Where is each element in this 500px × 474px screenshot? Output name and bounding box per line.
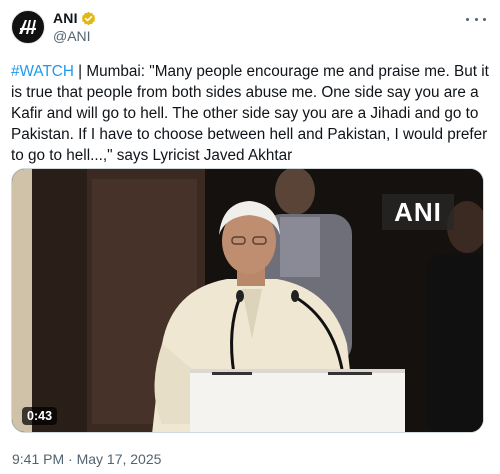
author-names: ANI @ANI <box>53 10 96 45</box>
tweet-body: | Mumbai: "Many people encourage me and … <box>11 63 489 164</box>
avatar[interactable] <box>11 10 45 44</box>
hashtag-link[interactable]: #WATCH <box>11 63 74 80</box>
tweet-timestamp[interactable]: 9:41 PM · May 17, 2025 <box>12 451 161 467</box>
author-handle[interactable]: @ANI <box>53 28 96 45</box>
author-display-name[interactable]: ANI <box>53 10 78 27</box>
more-options-icon[interactable] <box>466 12 486 26</box>
video-duration-badge: 0:43 <box>22 407 58 425</box>
video-player[interactable]: ANI 0:43 <box>11 168 484 433</box>
ani-watermark: ANI <box>382 194 454 230</box>
verified-badge-icon[interactable] <box>81 11 96 26</box>
more-dot <box>474 17 478 21</box>
more-dot <box>466 17 469 21</box>
more-dot <box>483 17 486 21</box>
name-row: ANI <box>53 10 96 27</box>
tweet-header: ANI @ANI <box>11 10 486 46</box>
tweet-card: ANI @ANI #WATCH | Mumbai: "Many people e… <box>0 0 500 474</box>
ani-logo-icon <box>14 13 42 41</box>
tweet-text: #WATCH | Mumbai: "Many people encourage … <box>11 61 491 166</box>
